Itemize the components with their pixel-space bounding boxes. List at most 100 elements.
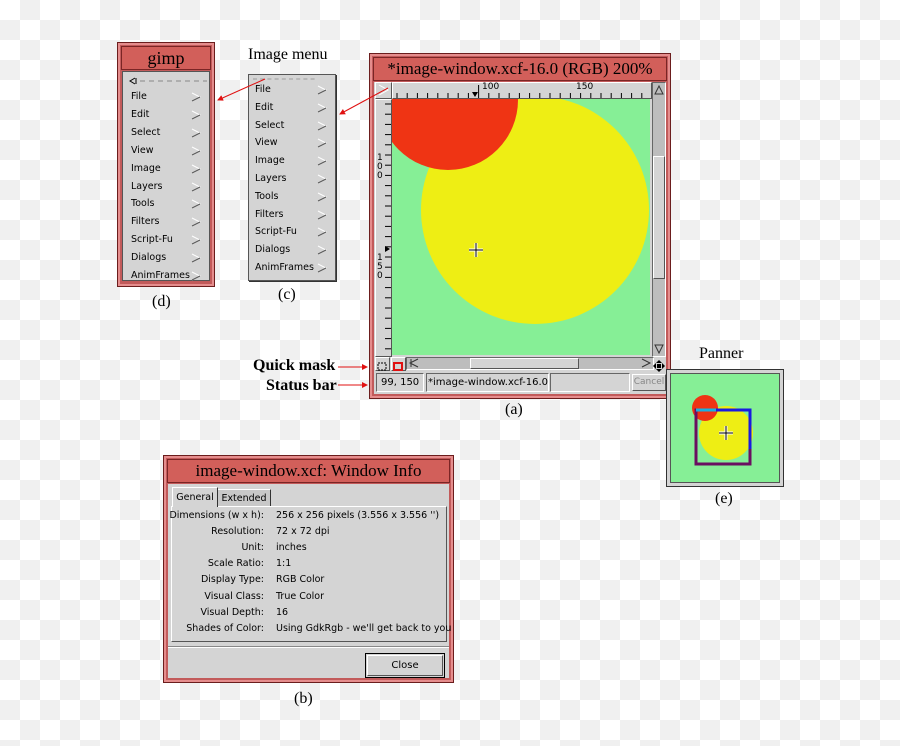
gimp-menu-window: gimp File Edit Select View Image Layers Tools F…	[117, 42, 215, 287]
vertical-scrollbar[interactable]	[652, 82, 666, 357]
menu-item[interactable]: Layers	[255, 170, 331, 188]
tab-extended[interactable]: Extended	[218, 489, 271, 507]
menu-item[interactable]: Script-Fu	[131, 231, 205, 249]
menu-item-label: Filters	[255, 208, 284, 220]
info-value: inches	[276, 542, 307, 554]
caption-b: (b)	[294, 690, 313, 707]
image-window-body: 100 150 100 150 99, 150 *image-window.xc…	[374, 82, 666, 394]
image-window-title: *image-window.xcf-16.0 (RGB) 200%	[373, 57, 667, 81]
info-value: 16	[276, 606, 289, 618]
menu-item[interactable]: Tools	[131, 195, 205, 213]
submenu-arrow-icon	[317, 210, 327, 220]
menu-item[interactable]: Select	[255, 117, 331, 135]
info-value: Using GdkRgb - we'll get back to you	[276, 622, 452, 634]
caption-c: (c)	[278, 286, 296, 303]
scroll-up-arrow-icon[interactable]	[653, 84, 665, 96]
submenu-arrow-icon	[317, 103, 327, 113]
separator	[168, 646, 449, 648]
info-value: 1:1	[276, 558, 292, 570]
quick-mask-annotation: Quick mask	[253, 357, 336, 374]
window-info-title: image-window.xcf: Window Info	[167, 459, 450, 483]
panner[interactable]	[666, 369, 784, 487]
menu-item[interactable]: Filters	[255, 206, 331, 224]
caption-d: (d)	[152, 293, 171, 310]
menu-item[interactable]: Select	[131, 124, 205, 142]
info-row: Scale Ratio: 1:1	[172, 556, 446, 572]
scroll-right-arrow-icon[interactable]	[640, 358, 652, 369]
submenu-arrow-icon	[191, 92, 201, 102]
info-key: Unit:	[241, 542, 264, 554]
info-value: 72 x 72 dpi	[276, 526, 330, 538]
menu-item-label: View	[131, 144, 154, 156]
horizontal-scroll-thumb[interactable]	[470, 358, 579, 369]
menu-item-label: Select	[131, 126, 161, 138]
menu-item[interactable]: AnimFrames	[131, 267, 205, 285]
panner-crosshair-icon	[719, 426, 733, 440]
tab-general[interactable]: General	[172, 487, 218, 507]
scroll-down-arrow-icon[interactable]	[653, 343, 665, 355]
info-row: Resolution: 72 x 72 dpi	[172, 524, 446, 540]
vertical-ruler[interactable]: 100 150	[375, 99, 392, 357]
caption-e: (e)	[715, 490, 733, 507]
menu-item[interactable]: Edit	[255, 99, 331, 117]
menu-item-label: Edit	[131, 108, 150, 120]
close-button-face[interactable]: Close	[367, 655, 443, 676]
menu-item-label: File	[131, 91, 147, 102]
gimp-menu-body: File Edit Select View Image Layers Tools Filter…	[122, 71, 210, 281]
scroll-left-arrow-icon[interactable]	[408, 358, 420, 369]
general-tab-panel: Dimensions (w x h): 256 x 256 pixels (3.5…	[169, 506, 451, 642]
image-canvas[interactable]	[392, 99, 650, 355]
menu-item[interactable]: Image	[131, 160, 205, 178]
menu-item[interactable]: View	[255, 134, 331, 152]
menu-item[interactable]: View	[131, 142, 205, 160]
menu-item[interactable]: Filters	[131, 213, 205, 231]
menu-item[interactable]: Image	[255, 152, 331, 170]
info-key: Visual Class:	[204, 590, 264, 602]
close-button[interactable]: Close	[365, 653, 445, 678]
menu-item[interactable]: File	[131, 88, 205, 106]
submenu-arrow-icon	[191, 271, 201, 281]
horizontal-ruler[interactable]: 100 150	[392, 82, 652, 99]
quick-mask-off-button[interactable]	[375, 357, 390, 371]
submenu-arrow-icon	[191, 110, 201, 120]
panner-canvas[interactable]	[670, 373, 780, 483]
navigate-button[interactable]	[653, 357, 665, 372]
hruler-label: 150	[576, 82, 594, 92]
menu-item[interactable]: Script-Fu	[255, 223, 331, 241]
menu-item[interactable]: Dialogs	[255, 241, 331, 259]
crosshair-cursor-icon	[469, 243, 483, 257]
info-key: Shades of Color:	[186, 622, 264, 634]
menu-item-label: Tools	[131, 198, 155, 210]
vertical-scroll-thumb[interactable]	[653, 156, 665, 279]
menu-item[interactable]: Dialogs	[131, 249, 205, 267]
menu-arrow-icon	[378, 84, 390, 96]
submenu-arrow-icon	[191, 217, 201, 227]
menu-item[interactable]: Tools	[255, 188, 331, 206]
menu-item-label: Script-Fu	[131, 234, 173, 246]
status-bar-annotation: Status bar	[266, 377, 337, 394]
tearoff-handle[interactable]	[127, 76, 207, 86]
submenu-arrow-icon	[317, 192, 327, 202]
progress-bar	[550, 373, 630, 392]
panner-annotation: Panner	[699, 345, 744, 362]
submenu-arrow-icon	[317, 263, 327, 273]
status-message: *image-window.xcf-16.0	[426, 373, 549, 392]
menu-item[interactable]: File	[255, 81, 331, 99]
submenu-arrow-icon	[317, 121, 327, 131]
cancel-button[interactable]: Cancel	[632, 374, 666, 391]
menu-item-label: AnimFrames	[131, 270, 190, 281]
menu-item[interactable]: AnimFrames	[255, 259, 331, 277]
menu-item[interactable]: Layers	[131, 178, 205, 196]
menu-item[interactable]: Edit	[131, 106, 205, 124]
submenu-arrow-icon	[191, 146, 201, 156]
menu-item-label: Filters	[131, 216, 160, 228]
menu-item-label: Script-Fu	[255, 226, 297, 238]
submenu-arrow-icon	[317, 245, 327, 255]
horizontal-scrollbar[interactable]	[406, 357, 654, 370]
menu-item-label: Image	[255, 155, 285, 167]
info-row: Visual Class: True Color	[172, 589, 446, 605]
image-menu-button[interactable]	[375, 82, 392, 99]
quick-mask-on-button[interactable]	[391, 357, 406, 371]
menu-item-label: Layers	[255, 173, 287, 184]
info-key: Display Type:	[200, 574, 264, 586]
